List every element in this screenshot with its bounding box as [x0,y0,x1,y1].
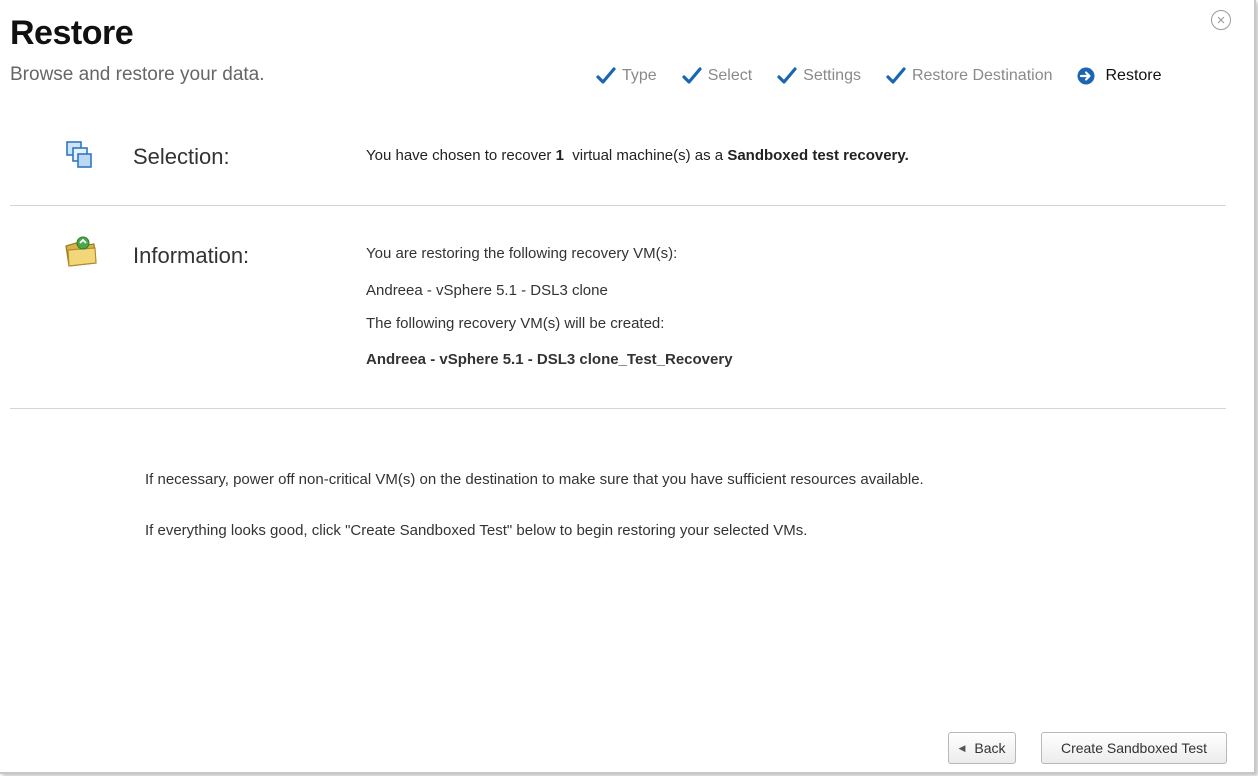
step-type: Type [596,66,657,86]
create-button-label: Create Sandboxed Test [1060,740,1208,756]
step-label: Restore Destination [911,67,1053,84]
step-select: Select [682,66,752,86]
page-title: Restore [10,14,134,52]
checkmark-icon [682,67,702,84]
confirm-note: If everything looks good, click "Create … [145,522,808,539]
step-restore-destination: Restore Destination [886,66,1053,86]
divider [10,205,1226,206]
back-button[interactable]: ◀ Back [948,732,1016,764]
close-icon[interactable]: × [1211,10,1231,30]
selection-label: Selection: [133,144,230,169]
create-sandboxed-test-button[interactable]: Create Sandboxed Test [1041,732,1227,764]
restoring-heading: You are restoring the following recovery… [366,245,678,262]
checkmark-icon [777,67,797,84]
step-label: Select [707,67,753,84]
chevron-left-icon: ◀ [958,742,966,753]
back-button-label: Back [974,740,1006,756]
step-label: Settings [803,67,861,84]
page-subtitle: Browse and restore your data. [10,64,265,85]
wizard-steps: Type Select Settings Restore Destination [596,66,1162,86]
step-restore: Restore [1077,67,1162,85]
step-label: Type [622,67,657,84]
source-vm: Andreea - vSphere 5.1 - DSL3 clone [366,282,608,299]
restore-dialog: × Restore Browse and restore your data. … [0,0,1256,774]
step-settings: Settings [777,66,861,86]
checkmark-icon [596,67,616,84]
target-vm: Andreea - vSphere 5.1 - DSL3 clone_Test_… [366,351,733,368]
information-label: Information: [133,243,250,268]
created-heading: The following recovery VM(s) will be cre… [366,315,665,332]
power-off-note: If necessary, power off non-critical VM(… [145,471,924,488]
divider [10,408,1226,409]
checkmark-icon [886,67,906,84]
step-label: Restore [1105,67,1162,84]
folder-recovery-icon [65,236,97,267]
selection-mode: Sandboxed test recovery. [727,147,909,164]
selection-count: 1 [555,147,564,164]
selection-text-middle: virtual machine(s) as a [563,147,728,164]
arrow-circle-icon [1077,67,1095,85]
selection-summary: You have chosen to recover 1 virtual mac… [366,147,909,164]
virtual-machines-icon [66,141,92,168]
selection-text-before: You have chosen to recover [366,147,556,164]
